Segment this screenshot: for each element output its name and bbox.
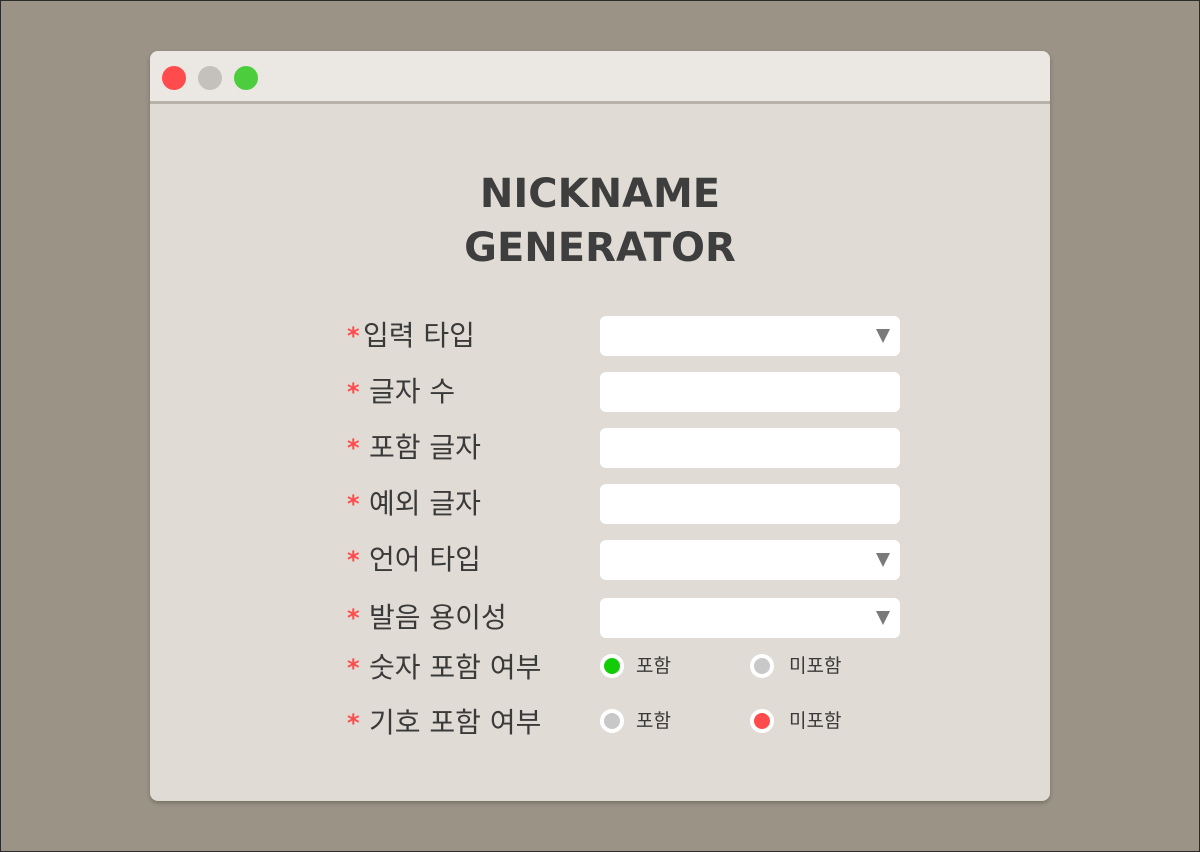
include-numbers-no-label[interactable]: 미포함: [789, 648, 841, 688]
required-asterisk-icon: *: [347, 490, 360, 518]
required-asterisk-icon: *: [347, 378, 360, 406]
form-row-include-numbers: * 숫자 포함 여부 포함 미포함: [347, 648, 907, 688]
include-symbols-no-radio[interactable]: [750, 709, 774, 733]
field-label-include-chars: 포함 글자: [369, 431, 481, 464]
form-row-include-chars: * 포함 글자: [347, 428, 907, 468]
pronunciation-select[interactable]: [600, 598, 900, 638]
input-type-select[interactable]: [600, 316, 900, 356]
field-label-include-numbers: 숫자 포함 여부: [369, 651, 542, 684]
required-asterisk-icon: *: [347, 546, 360, 574]
include-numbers-no-radio[interactable]: [750, 654, 774, 678]
form-row-pronunciation: * 발음 용이성: [347, 598, 907, 638]
required-asterisk-icon: *: [347, 654, 360, 682]
include-chars-input[interactable]: [600, 428, 900, 468]
page-title: NICKNAME GENERATOR: [150, 167, 1050, 275]
form-row-input-type: * 입력 타입: [347, 316, 907, 356]
form-row-include-symbols: * 기호 포함 여부 포함 미포함: [347, 703, 907, 743]
minimize-window-button[interactable]: [198, 66, 222, 90]
include-symbols-yes-radio[interactable]: [600, 709, 624, 733]
field-label-exclude-chars: 예외 글자: [369, 487, 481, 520]
app-window: NICKNAME GENERATOR * 입력 타입 * 글자 수 * 포함 글자 *…: [150, 51, 1050, 801]
include-numbers-yes-label[interactable]: 포함: [636, 648, 671, 688]
required-asterisk-icon: *: [347, 434, 360, 462]
form-row-char-count: * 글자 수: [347, 372, 907, 412]
field-label-char-count: 글자 수: [369, 375, 456, 408]
window-titlebar: [150, 51, 1050, 104]
char-count-input[interactable]: [600, 372, 900, 412]
field-label-include-symbols: 기호 포함 여부: [369, 706, 542, 739]
exclude-chars-input[interactable]: [600, 484, 900, 524]
dropdown-arrow-icon: [876, 611, 890, 625]
form-row-exclude-chars: * 예외 글자: [347, 484, 907, 524]
title-line-1: NICKNAME: [479, 171, 721, 217]
include-numbers-yes-radio[interactable]: [600, 654, 624, 678]
required-asterisk-icon: *: [347, 709, 360, 737]
close-window-button[interactable]: [162, 66, 186, 90]
field-label-pronunciation: 발음 용이성: [369, 601, 507, 634]
maximize-window-button[interactable]: [234, 66, 258, 90]
dropdown-arrow-icon: [876, 329, 890, 343]
required-asterisk-icon: *: [347, 322, 360, 350]
field-label-input-type: 입력 타입: [363, 319, 475, 352]
form-row-language-type: * 언어 타입: [347, 540, 907, 580]
title-line-2: GENERATOR: [464, 225, 736, 271]
required-asterisk-icon: *: [347, 604, 360, 632]
include-symbols-yes-label[interactable]: 포함: [636, 703, 671, 743]
include-symbols-no-label[interactable]: 미포함: [789, 703, 841, 743]
language-type-select[interactable]: [600, 540, 900, 580]
field-label-language-type: 언어 타입: [369, 543, 481, 576]
dropdown-arrow-icon: [876, 553, 890, 567]
